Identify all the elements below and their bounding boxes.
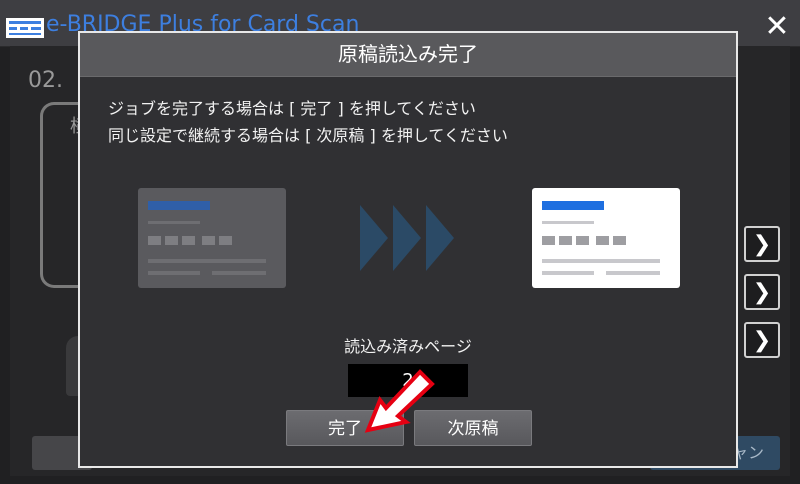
forward-arrows-icon [360, 205, 454, 271]
scanned-card-dim-icon [138, 188, 286, 288]
app-logo-icon [6, 18, 44, 38]
chevron-right-icon[interactable]: ❯ [744, 226, 780, 262]
chevron-right-icon[interactable]: ❯ [744, 322, 780, 358]
pages-read-label: 読込み済みページ [344, 337, 472, 356]
pages-read-count: 2 [348, 364, 468, 397]
message-line-1: ジョブを完了する場合は [ 完了 ] を押してください [108, 99, 476, 118]
chevron-right-icon[interactable]: ❯ [744, 274, 780, 310]
scanned-card-icon [532, 188, 680, 288]
done-button[interactable]: 完了 [286, 410, 404, 446]
next-original-button[interactable]: 次原稿 [414, 410, 532, 446]
close-icon[interactable]: ✕ [760, 10, 794, 44]
scan-complete-dialog: 原稿読込み完了 ジョブを完了する場合は [ 完了 ] を押してください 同じ設定… [78, 31, 738, 468]
scan-illustration [138, 188, 680, 288]
background-code: 02. [28, 68, 63, 93]
message-line-2: 同じ設定で継続する場合は [ 次原稿 ] を押してください [108, 126, 508, 145]
dialog-title: 原稿読込み完了 [80, 33, 736, 77]
